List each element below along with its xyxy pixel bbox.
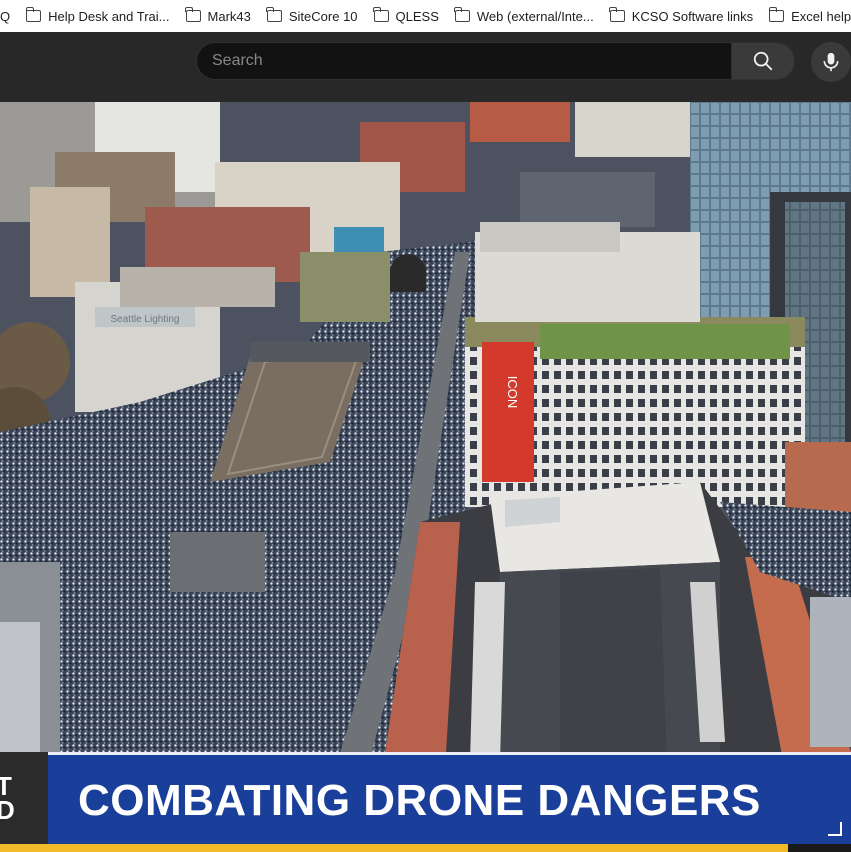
folder-icon — [609, 7, 625, 22]
search-button[interactable] — [731, 42, 795, 80]
bookmark-excel-help[interactable]: Excel help site — [761, 2, 851, 30]
bookmark-help-desk[interactable]: Help Desk and Trai... — [18, 2, 177, 30]
bookmark-q[interactable]: Q — [0, 2, 18, 30]
search-box — [196, 42, 732, 80]
bookmark-kcso-software[interactable]: KCSO Software links — [602, 2, 761, 30]
search-input[interactable] — [212, 52, 732, 70]
headline-text: COMBATING DRONE DANGERS — [78, 776, 761, 825]
bookmark-mark43[interactable]: Mark43 — [178, 2, 259, 30]
voice-search-button[interactable] — [811, 42, 851, 82]
folder-icon — [373, 7, 389, 22]
corner-bracket-icon — [828, 822, 842, 836]
banner-stripe — [0, 844, 788, 852]
channel-logo-text: T D — [0, 771, 15, 825]
vertical-sign-text: ICON — [505, 376, 520, 409]
banner-stripe-end — [788, 844, 851, 852]
aerial-crowd-scene: Seattle Lighting ICON — [0, 102, 851, 852]
folder-icon — [185, 7, 201, 22]
bookmarks-bar: Q Help Desk and Trai... Mark43 SiteCore … — [0, 0, 851, 32]
search-icon — [753, 51, 773, 71]
building-sign-text: Seattle Lighting — [111, 314, 180, 325]
microphone-icon — [823, 52, 839, 72]
bookmark-label: Help Desk and Trai... — [48, 8, 170, 24]
bookmark-qless[interactable]: QLESS — [366, 2, 447, 30]
bookmark-web[interactable]: Web (external/Inte... — [447, 2, 602, 30]
folder-icon — [768, 7, 785, 22]
bookmark-label: Mark43 — [207, 8, 251, 24]
folder-icon — [25, 7, 42, 22]
channel-logo: T D — [0, 752, 48, 844]
masthead — [0, 32, 851, 102]
folder-icon — [266, 7, 282, 22]
bookmark-sitecore[interactable]: SiteCore 10 — [259, 2, 366, 30]
bookmark-label: Excel help site — [791, 8, 851, 24]
folder-icon — [454, 7, 470, 22]
video-player[interactable]: Seattle Lighting ICON — [0, 102, 851, 852]
bookmark-label: SiteCore 10 — [288, 8, 358, 24]
bookmark-label: Web (external/Inte... — [476, 8, 594, 24]
bookmark-label: Q — [0, 8, 11, 24]
bookmark-label: KCSO Software links — [631, 8, 754, 24]
bookmark-label: QLESS — [395, 8, 439, 24]
